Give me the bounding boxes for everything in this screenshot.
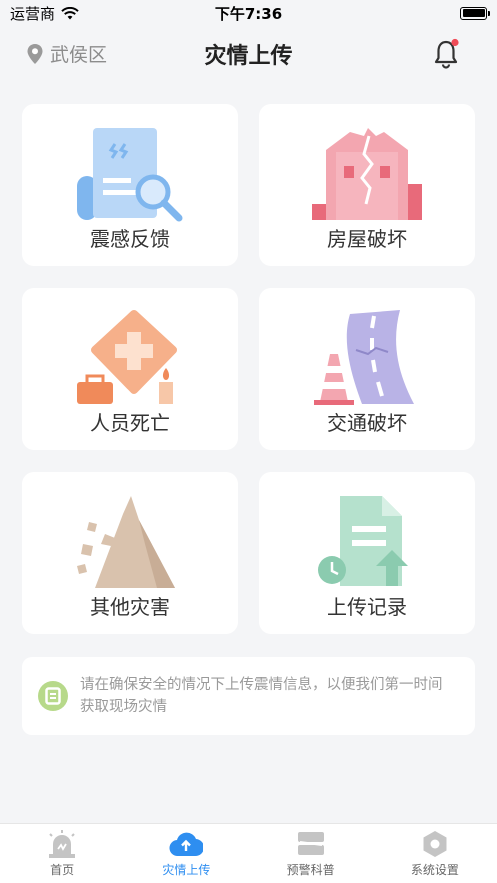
card-label: 交通破坏 xyxy=(327,411,407,435)
status-left: 运营商 xyxy=(10,3,79,24)
wifi-icon xyxy=(61,6,79,19)
location-pin-icon xyxy=(27,43,43,64)
card-felt-report[interactable]: 震感反馈 xyxy=(22,104,238,266)
cloud-upload-icon xyxy=(169,832,204,857)
tab-label: 预警科普 xyxy=(286,863,335,877)
book-icon xyxy=(297,832,324,855)
upload-record-icon xyxy=(318,496,408,586)
first-aid-icon xyxy=(77,310,177,404)
damaged-road-icon xyxy=(314,310,414,405)
document-search-icon xyxy=(77,128,183,222)
card-traffic-damage[interactable]: 交通破坏 xyxy=(259,288,475,450)
tab-system-settings[interactable]: 系统设置 xyxy=(373,824,497,883)
tab-disaster-upload[interactable]: 灾情上传 xyxy=(124,824,248,883)
alarm-icon xyxy=(49,830,76,858)
card-other-disasters[interactable]: 其他灾害 xyxy=(22,472,238,634)
settings-hexagon-icon xyxy=(423,831,447,857)
bell-icon xyxy=(434,38,459,69)
card-label: 人员死亡 xyxy=(90,411,170,435)
location-label: 武侯区 xyxy=(50,44,108,66)
battery-icon xyxy=(460,6,490,20)
safety-notice: 请在确保安全的情况下上传震情信息，以便我们第一时间获取现场灾情 xyxy=(22,657,475,735)
tab-label: 灾情上传 xyxy=(162,863,211,877)
status-bar: 运营商 下午7:36 xyxy=(0,0,497,26)
page-title: 灾情上传 xyxy=(204,44,293,69)
tab-bar: 首页 灾情上传 预警科普 系统设置 xyxy=(0,823,497,883)
card-label: 房屋破坏 xyxy=(327,227,407,251)
notification-button[interactable] xyxy=(433,38,461,70)
carrier-label: 运营商 xyxy=(10,4,56,23)
card-house-damage[interactable]: 房屋破坏 xyxy=(259,104,475,266)
card-label: 震感反馈 xyxy=(90,227,170,251)
nav-bar: 武侯区 灾情上传 xyxy=(0,26,497,82)
notice-text: 请在确保安全的情况下上传震情信息，以便我们第一时间获取现场灾情 xyxy=(80,677,443,715)
card-label: 其他灾害 xyxy=(90,595,170,619)
landslide-icon xyxy=(77,496,175,588)
card-upload-records[interactable]: 上传记录 xyxy=(259,472,475,634)
tab-label: 首页 xyxy=(50,863,75,877)
tab-home[interactable]: 首页 xyxy=(0,824,124,883)
card-casualties[interactable]: 人员死亡 xyxy=(22,288,238,450)
card-label: 上传记录 xyxy=(327,595,407,619)
notice-icon xyxy=(38,681,68,711)
location-selector[interactable]: 武侯区 xyxy=(26,40,107,67)
tab-warning-science[interactable]: 预警科普 xyxy=(249,824,373,883)
cracked-building-icon xyxy=(312,128,422,220)
tab-label: 系统设置 xyxy=(410,863,459,877)
